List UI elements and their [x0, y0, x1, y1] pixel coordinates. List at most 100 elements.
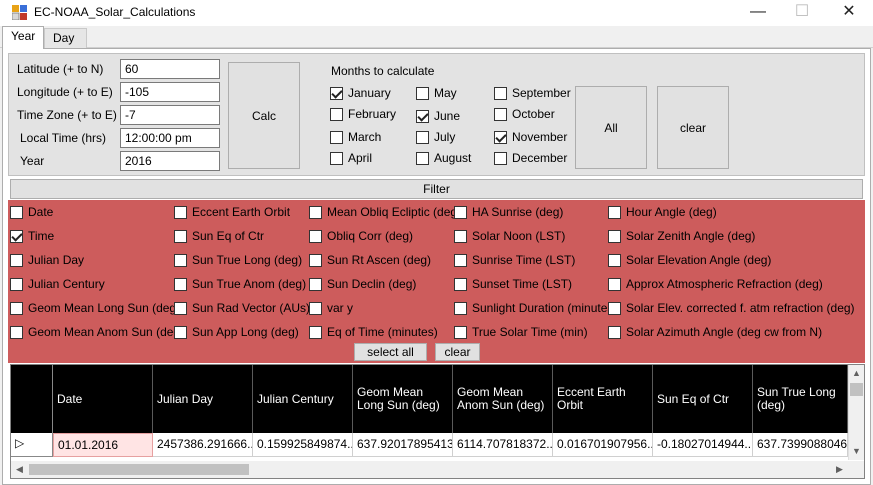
all-months-button[interactable]: All — [575, 86, 647, 169]
scroll-up-icon[interactable]: ▲ — [848, 365, 864, 382]
filter-checkbox[interactable]: Time — [10, 229, 54, 243]
filter-checkbox[interactable]: Sun True Anom (deg) — [174, 277, 306, 291]
checkbox-box[interactable] — [309, 229, 322, 243]
clear-filter-button[interactable]: clear — [435, 343, 480, 361]
grid-cell[interactable]: 637.7399088046... — [753, 433, 848, 457]
checkbox-box[interactable] — [608, 277, 621, 291]
maximize-button[interactable]: ☐ — [779, 0, 825, 26]
filter-checkbox[interactable]: Date — [10, 205, 53, 219]
latitude-input[interactable]: 60 — [120, 59, 220, 79]
checkbox-box[interactable] — [494, 86, 507, 100]
filter-checkbox[interactable]: Eq of Time (minutes) — [309, 325, 438, 339]
tab-year[interactable]: Year — [2, 26, 45, 49]
checkbox-box[interactable] — [174, 301, 187, 315]
checkbox-box[interactable] — [174, 325, 187, 339]
checkbox-box[interactable] — [309, 325, 322, 339]
month-checkbox-april[interactable]: April — [330, 151, 372, 165]
filter-checkbox[interactable]: var y — [309, 301, 353, 315]
checkbox-box[interactable] — [608, 229, 621, 243]
column-header[interactable]: Geom Mean Long Sun (deg) — [353, 365, 453, 433]
row-selector[interactable]: ▷ — [11, 433, 53, 457]
local-time-input[interactable]: 12:00:00 pm — [120, 128, 220, 148]
checkbox-box[interactable] — [454, 301, 467, 315]
column-header[interactable]: Eccent Earth Orbit — [553, 365, 653, 433]
checkbox-box[interactable] — [608, 301, 621, 315]
column-header[interactable]: Julian Day — [153, 365, 253, 433]
month-checkbox-november[interactable]: November — [494, 130, 567, 144]
checkbox-box[interactable] — [416, 86, 429, 100]
filter-checkbox[interactable]: Sun Eq of Ctr — [174, 229, 264, 243]
filter-checkbox[interactable]: Geom Mean Long Sun (deg) — [10, 301, 180, 315]
filter-checkbox[interactable]: Sun App Long (deg) — [174, 325, 299, 339]
filter-checkbox[interactable]: Sun Rad Vector (AUs) — [174, 301, 310, 315]
grid-cell[interactable]: 637.92017895413 — [353, 433, 453, 457]
column-header[interactable]: Sun Eq of Ctr — [653, 365, 753, 433]
filter-toggle-button[interactable]: Filter — [10, 179, 863, 199]
checkbox-box[interactable] — [10, 253, 23, 267]
month-checkbox-may[interactable]: May — [416, 86, 457, 100]
filter-checkbox[interactable]: Solar Elevation Angle (deg) — [608, 253, 771, 267]
year-input[interactable]: 2016 — [120, 151, 220, 171]
checkbox-box[interactable] — [174, 277, 187, 291]
filter-checkbox[interactable]: Solar Zenith Angle (deg) — [608, 229, 755, 243]
month-checkbox-june[interactable]: June — [416, 109, 460, 123]
checkbox-box[interactable] — [309, 205, 322, 219]
filter-checkbox[interactable]: Approx Atmospheric Refraction (deg) — [608, 277, 823, 291]
checkbox-box[interactable] — [10, 205, 23, 219]
checkbox-box[interactable] — [454, 277, 467, 291]
checkbox-box[interactable] — [330, 130, 343, 144]
column-header[interactable]: Date — [53, 365, 153, 433]
grid-cell[interactable]: -0.18027014944... — [653, 433, 753, 457]
filter-checkbox[interactable]: Sunset Time (LST) — [454, 277, 572, 291]
longitude-input[interactable]: -105 — [120, 82, 220, 102]
month-checkbox-december[interactable]: December — [494, 151, 567, 165]
month-checkbox-july[interactable]: July — [416, 130, 455, 144]
filter-checkbox[interactable]: Solar Azimuth Angle (deg cw from N) — [608, 325, 822, 339]
filter-checkbox[interactable]: Geom Mean Anom Sun (deg) — [10, 325, 184, 339]
filter-checkbox[interactable]: Julian Day — [10, 253, 84, 267]
vertical-scroll-thumb[interactable] — [850, 383, 863, 396]
checkbox-box[interactable] — [494, 130, 507, 144]
checkbox-box[interactable] — [416, 130, 429, 144]
checkbox-box[interactable] — [309, 253, 322, 267]
filter-checkbox[interactable]: Hour Angle (deg) — [608, 205, 717, 219]
checkbox-box[interactable] — [608, 325, 621, 339]
checkbox-box[interactable] — [330, 151, 343, 165]
filter-checkbox[interactable]: Sunlight Duration (minutes) — [454, 301, 617, 315]
grid-cell[interactable]: 0.016701907956... — [553, 433, 653, 457]
grid-cell[interactable]: 0.159925849874... — [253, 433, 353, 457]
checkbox-box[interactable] — [10, 325, 23, 339]
filter-checkbox[interactable]: Solar Elev. corrected f. atm refraction … — [608, 301, 855, 315]
grid-cell[interactable]: 2457386.291666... — [153, 433, 253, 457]
filter-checkbox[interactable]: Sun Rt Ascen (deg) — [309, 253, 431, 267]
checkbox-box[interactable] — [174, 253, 187, 267]
checkbox-box[interactable] — [10, 301, 23, 315]
filter-checkbox[interactable]: Solar Noon (LST) — [454, 229, 565, 243]
checkbox-box[interactable] — [608, 253, 621, 267]
checkbox-box[interactable] — [174, 229, 187, 243]
checkbox-box[interactable] — [454, 229, 467, 243]
scroll-left-icon[interactable]: ◀ — [11, 461, 28, 478]
checkbox-box[interactable] — [454, 325, 467, 339]
minimize-button[interactable]: — — [735, 0, 781, 26]
filter-checkbox[interactable]: True Solar Time (min) — [454, 325, 588, 339]
filter-checkbox[interactable]: HA Sunrise (deg) — [454, 205, 563, 219]
grid-cell[interactable]: 6114.707818372... — [453, 433, 553, 457]
month-checkbox-january[interactable]: January — [330, 86, 391, 100]
results-grid[interactable]: Date Julian Day Julian Century Geom Mean… — [10, 364, 865, 479]
close-button[interactable]: ✕ — [826, 0, 872, 26]
filter-checkbox[interactable]: Mean Obliq Ecliptic (deg) — [309, 205, 461, 219]
checkbox-box[interactable] — [330, 107, 343, 121]
month-checkbox-october[interactable]: October — [494, 107, 555, 121]
checkbox-box[interactable] — [174, 205, 187, 219]
column-header[interactable]: Julian Century — [253, 365, 353, 433]
grid-cell[interactable]: 01.01.2016 — [53, 433, 153, 457]
clear-months-button[interactable]: clear — [657, 86, 729, 169]
filter-checkbox[interactable]: Julian Century — [10, 277, 105, 291]
select-all-button[interactable]: select all — [354, 343, 427, 361]
checkbox-box[interactable] — [416, 151, 429, 165]
filter-checkbox[interactable]: Sun True Long (deg) — [174, 253, 302, 267]
calc-button[interactable]: Calc — [228, 62, 300, 169]
month-checkbox-august[interactable]: August — [416, 151, 471, 165]
checkbox-box[interactable] — [330, 86, 343, 100]
